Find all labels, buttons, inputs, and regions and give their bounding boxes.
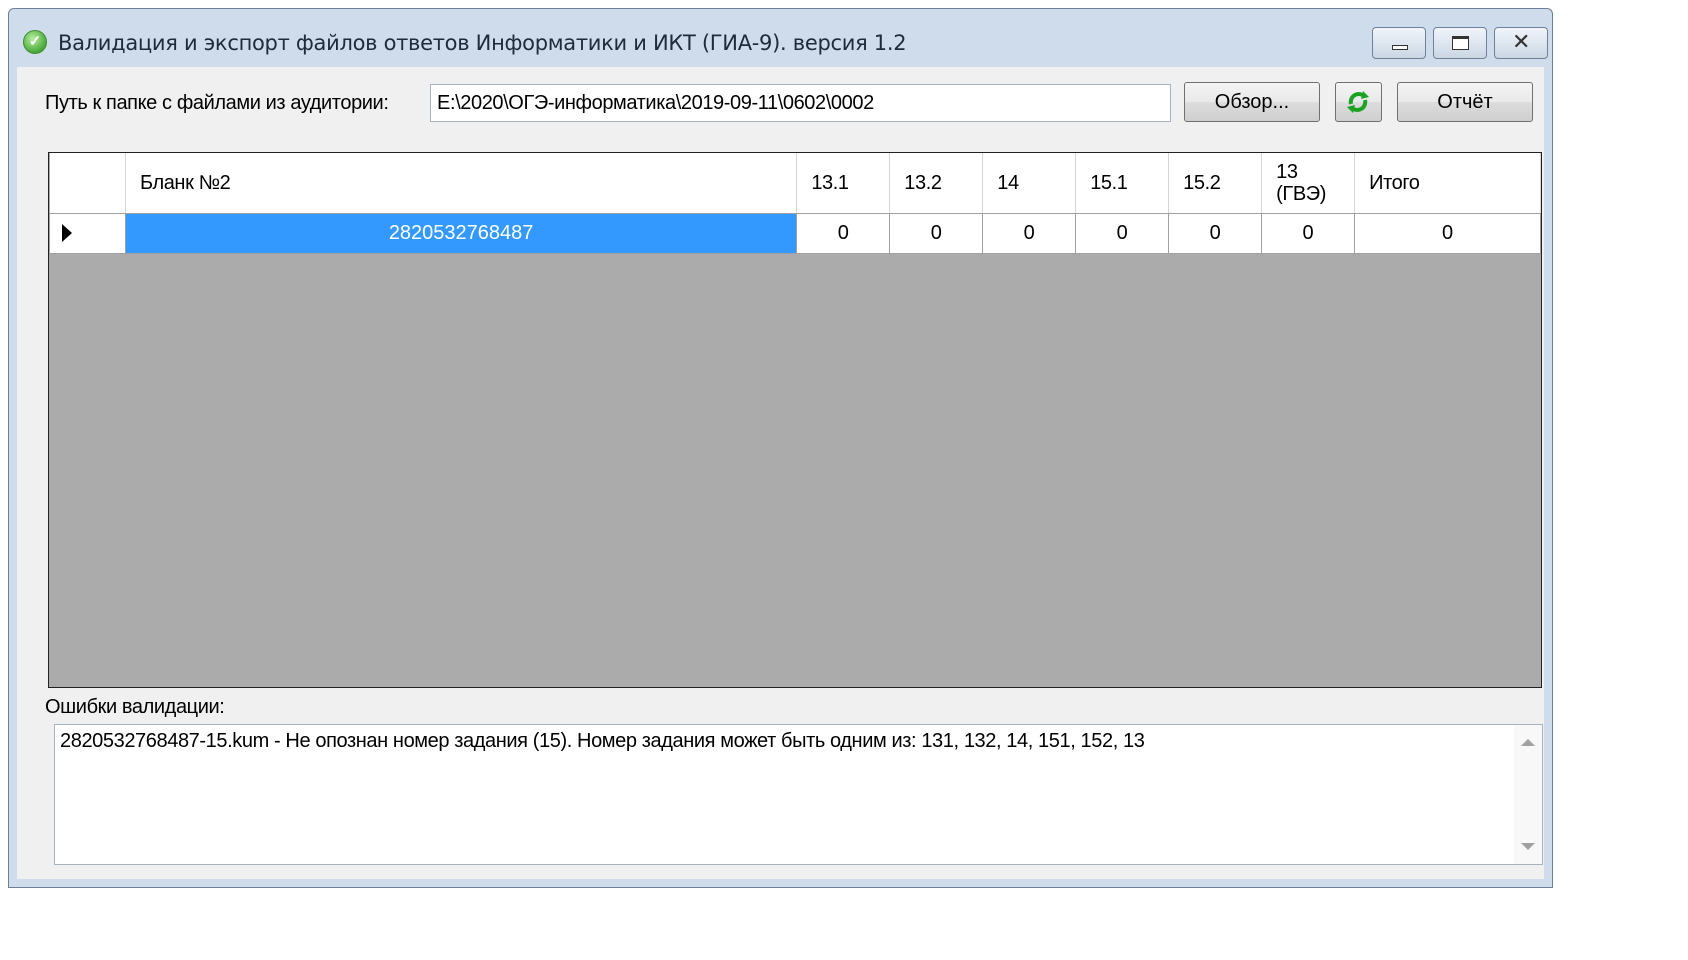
client-area: Путь к папке с файлами из аудитории: Обз…: [17, 67, 1544, 879]
maximize-button[interactable]: [1433, 27, 1487, 59]
cell-total[interactable]: 0: [1354, 212, 1541, 254]
cell-blank[interactable]: 2820532768487: [124, 212, 798, 254]
main-window: ✓ Валидация и экспорт файлов ответов Инф…: [8, 8, 1553, 888]
errors-scrollbar[interactable]: [1514, 725, 1542, 864]
check-icon: ✓: [23, 30, 47, 54]
refresh-icon: [1347, 91, 1369, 113]
current-row-icon: [62, 224, 72, 243]
close-icon: ✕: [1512, 30, 1531, 55]
title-bar[interactable]: ✓ Валидация и экспорт файлов ответов Инф…: [9, 9, 1552, 67]
header-row: Бланк №2 13.1 13.2 14 15.1 15.2 13 (ГВЭ)…: [49, 153, 1541, 214]
minimize-icon: [1392, 45, 1408, 50]
refresh-button[interactable]: [1335, 82, 1382, 122]
column-header-blank[interactable]: Бланк №2: [125, 153, 798, 214]
scroll-down-icon[interactable]: [1521, 843, 1535, 850]
cell-13-1[interactable]: 0: [796, 212, 891, 254]
errors-textbox[interactable]: 2820532768487-15.kum - Не опознан номер …: [54, 724, 1543, 865]
cell-15-1[interactable]: 0: [1075, 212, 1170, 254]
scroll-up-icon[interactable]: [1521, 739, 1535, 746]
column-header-14[interactable]: 14: [982, 153, 1077, 214]
errors-text: 2820532768487-15.kum - Не опознан номер …: [60, 730, 1145, 752]
cell-14[interactable]: 0: [982, 212, 1077, 254]
report-button[interactable]: Отчёт: [1397, 82, 1533, 122]
column-header-13-1[interactable]: 13.1: [796, 153, 891, 214]
row-header-corner: [49, 153, 126, 214]
results-grid[interactable]: Бланк №2 13.1 13.2 14 15.1 15.2 13 (ГВЭ)…: [48, 152, 1542, 688]
path-label: Путь к папке с файлами из аудитории:: [45, 92, 389, 114]
column-header-13-gve[interactable]: 13 (ГВЭ): [1261, 153, 1356, 214]
column-header-15-1[interactable]: 15.1: [1075, 153, 1170, 214]
row-selector[interactable]: [49, 212, 126, 254]
browse-button[interactable]: Обзор...: [1184, 82, 1320, 122]
errors-label: Ошибки валидации:: [45, 696, 225, 718]
window-title: Валидация и экспорт файлов ответов Инфор…: [58, 31, 907, 55]
maximize-icon: [1452, 36, 1469, 50]
path-input[interactable]: [430, 84, 1171, 122]
close-button[interactable]: ✕: [1494, 27, 1548, 59]
table-row[interactable]: 2820532768487 0 0 0 0 0 0 0: [49, 212, 1541, 254]
results-table: Бланк №2 13.1 13.2 14 15.1 15.2 13 (ГВЭ)…: [49, 153, 1541, 254]
cell-15-2[interactable]: 0: [1168, 212, 1263, 254]
column-header-13-2[interactable]: 13.2: [889, 153, 984, 214]
cell-13-gve[interactable]: 0: [1261, 212, 1356, 254]
minimize-button[interactable]: [1372, 27, 1426, 59]
cell-13-2[interactable]: 0: [889, 212, 984, 254]
column-header-total[interactable]: Итого: [1354, 153, 1541, 214]
column-header-15-2[interactable]: 15.2: [1168, 153, 1263, 214]
